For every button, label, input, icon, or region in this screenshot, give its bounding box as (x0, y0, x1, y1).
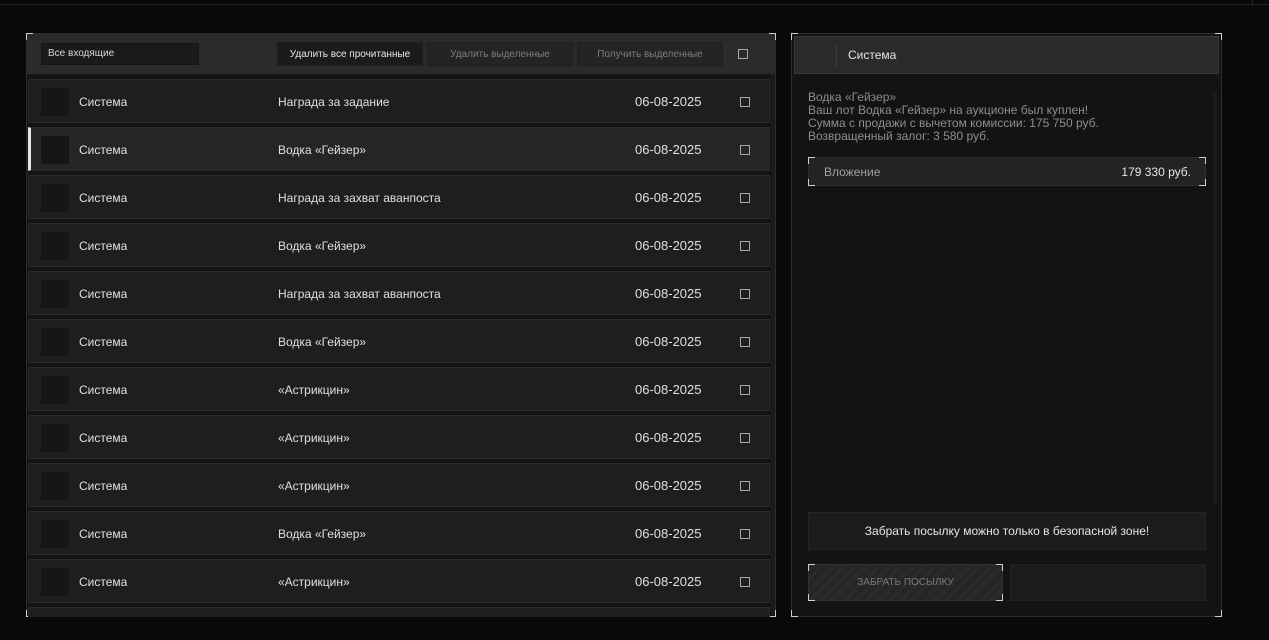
sender-avatar (41, 472, 69, 500)
mail-date: 06-08-2025 (635, 94, 702, 109)
mail-date: 06-08-2025 (635, 382, 702, 397)
mail-subject: Водка «Гейзер» (278, 527, 367, 541)
mail-sender: Система (79, 527, 128, 541)
sender-avatar (41, 232, 69, 260)
mail-row[interactable]: Система Награда за захват аванпоста 06-0… (28, 175, 770, 219)
mail-row-checkbox[interactable] (740, 337, 750, 347)
mail-subject: Награда за захват аванпоста (278, 287, 441, 301)
mail-date: 06-08-2025 (635, 334, 702, 349)
header-separator (836, 45, 837, 67)
mail-date: 06-08-2025 (635, 478, 702, 493)
sender-avatar (41, 136, 69, 164)
message-body: Водка «Гейзер» Ваш лот Водка «Гейзер» на… (808, 91, 1099, 143)
mail-row[interactable]: Система Водка «Гейзер» 06-08-2025 (28, 223, 770, 267)
mail-sender: Система (79, 287, 128, 301)
mail-date: 06-08-2025 (635, 526, 702, 541)
mail-subject: «Астрикцин» (278, 575, 350, 589)
mail-row-checkbox[interactable] (740, 529, 750, 539)
delete-selected-button[interactable]: Удалить выделенные (427, 42, 573, 66)
mail-row-checkbox[interactable] (740, 193, 750, 203)
mail-row[interactable]: Система «Астрикцин» 06-08-2025 (28, 415, 770, 459)
sender-avatar (41, 376, 69, 404)
mail-date: 06-08-2025 (635, 142, 702, 157)
mail-subject: Водка «Гейзер» (278, 239, 367, 253)
message-scrollbar[interactable] (1213, 92, 1217, 504)
mail-sender: Система (79, 479, 128, 493)
mail-row[interactable]: Система «Астрикцин» 06-08-2025 (28, 367, 770, 411)
top-divider (0, 4, 1269, 5)
mail-sender: Система (79, 575, 128, 589)
sender-avatar (41, 568, 69, 596)
sender-avatar (41, 520, 69, 548)
mail-date: 06-08-2025 (635, 286, 702, 301)
mail-row-checkbox[interactable] (740, 97, 750, 107)
message-header: Система (794, 36, 1219, 74)
mail-subject: «Астрикцин» (278, 431, 350, 445)
top-divider-tick (1252, 0, 1253, 4)
sender-avatar (41, 184, 69, 212)
mail-row[interactable]: Система «Астрикцин» 06-08-2025 (28, 559, 770, 603)
mail-subject: «Астрикцин» (278, 383, 350, 397)
mail-subject: «Астрикцин» (278, 479, 350, 493)
mail-row-checkbox[interactable] (740, 385, 750, 395)
attachment-value: 179 330 руб. (1121, 165, 1191, 179)
mail-sender: Система (79, 239, 128, 253)
mail-row-checkbox[interactable] (740, 577, 750, 587)
sender-avatar (41, 424, 69, 452)
mail-row-checkbox[interactable] (740, 433, 750, 443)
mail-date: 06-08-2025 (635, 190, 702, 205)
receive-selected-button[interactable]: Получить выделенные (577, 42, 723, 66)
sender-avatar (41, 88, 69, 116)
mail-row[interactable]: Система Водка «Гейзер» 06-08-2025 (28, 511, 770, 555)
mail-row-partial[interactable] (28, 607, 770, 617)
mail-sender: Система (79, 191, 128, 205)
mail-list-scrollbar[interactable] (771, 75, 775, 615)
take-parcel-button[interactable]: ЗАБРАТЬ ПОСЫЛКУ (808, 564, 1003, 601)
mail-subject: Водка «Гейзер» (278, 143, 367, 157)
mail-row-checkbox[interactable] (740, 481, 750, 491)
mail-date: 06-08-2025 (635, 574, 702, 589)
mail-row-selected[interactable]: Система Водка «Гейзер» 06-08-2025 (28, 127, 770, 171)
mail-subject: Награда за задание (278, 95, 390, 109)
attachment-row: Вложение 179 330 руб. (808, 157, 1206, 186)
sender-avatar (41, 328, 69, 356)
take-parcel-label: ЗАБРАТЬ ПОСЫЛКУ (857, 577, 954, 588)
message-line: Возвращенный залог: 3 580 руб. (808, 129, 990, 143)
message-sender: Система (848, 48, 897, 62)
mail-row[interactable]: Система Награда за задание 06-08-2025 (28, 79, 770, 123)
attachment-label: Вложение (824, 165, 881, 179)
mail-sender: Система (79, 95, 128, 109)
mail-sender: Система (79, 431, 128, 445)
mail-sender: Система (79, 143, 128, 157)
secondary-action-slot[interactable] (1010, 564, 1206, 601)
mail-filter-select[interactable]: Все входящие (41, 43, 199, 65)
mail-sender: Система (79, 335, 128, 349)
delete-all-read-button[interactable]: Удалить все прочитанные (277, 42, 423, 66)
mail-row-checkbox[interactable] (740, 241, 750, 251)
mail-toolbar: Все входящие Удалить все прочитанные Уда… (27, 34, 775, 75)
message-panel: Система Водка «Гейзер» Ваш лот Водка «Ге… (791, 33, 1222, 617)
safe-zone-notice: Забрать посылку можно только в безопасно… (808, 512, 1206, 550)
sender-avatar (41, 280, 69, 308)
mail-date: 06-08-2025 (635, 430, 702, 445)
mail-row-checkbox[interactable] (740, 289, 750, 299)
mail-row[interactable]: Система Водка «Гейзер» 06-08-2025 (28, 319, 770, 363)
mail-sender: Система (79, 383, 128, 397)
select-all-checkbox[interactable] (738, 49, 748, 59)
mail-row-checkbox[interactable] (740, 145, 750, 155)
mail-row[interactable]: Система Награда за захват аванпоста 06-0… (28, 271, 770, 315)
mail-date: 06-08-2025 (635, 238, 702, 253)
mail-list-panel: Все входящие Удалить все прочитанные Уда… (26, 33, 776, 617)
mail-row[interactable]: Система «Астрикцин» 06-08-2025 (28, 463, 770, 507)
mail-subject: Водка «Гейзер» (278, 335, 367, 349)
mail-subject: Награда за захват аванпоста (278, 191, 441, 205)
